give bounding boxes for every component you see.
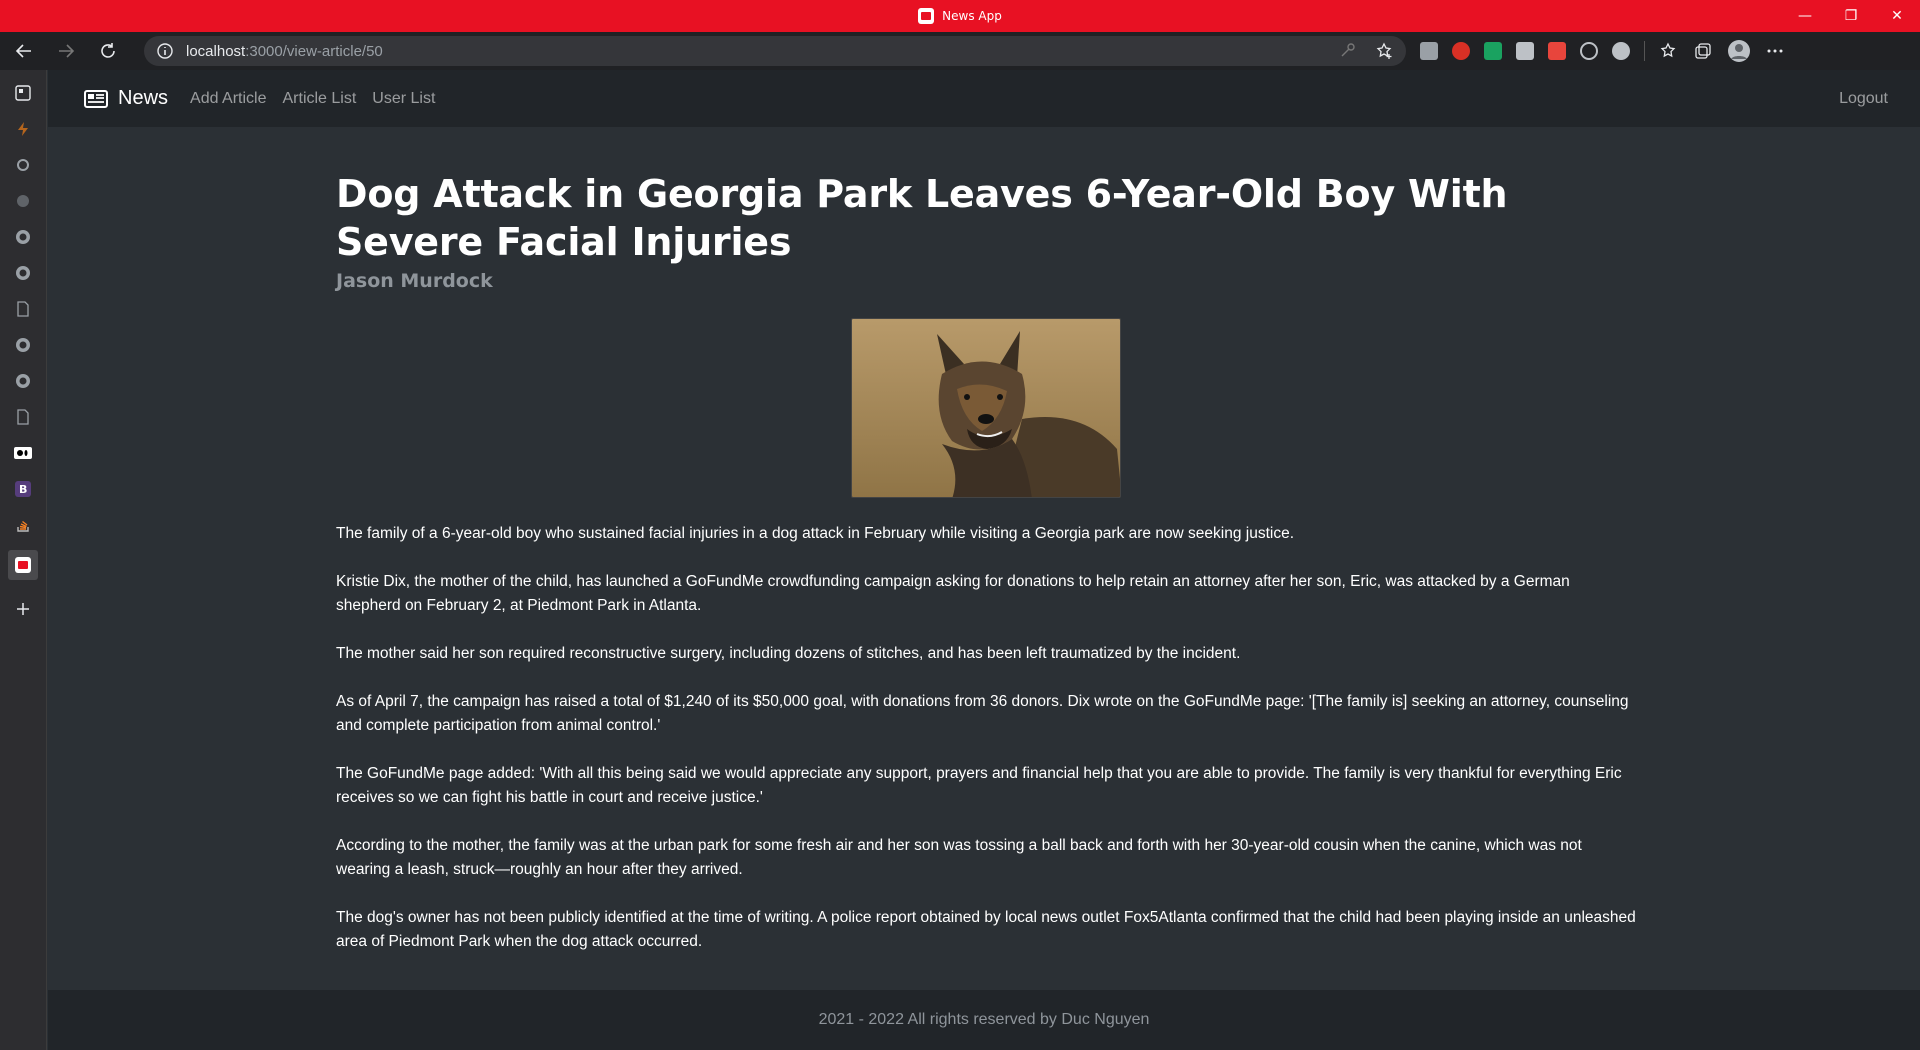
arrow-right-icon (59, 44, 75, 58)
close-button[interactable]: ✕ (1874, 0, 1920, 32)
sidebar-globe-icon[interactable] (12, 190, 34, 212)
article-title: Dog Attack in Georgia Park Leaves 6-Year… (336, 172, 1508, 264)
page-footer: 2021 - 2022 All rights reserved by Duc N… (48, 990, 1920, 1050)
info-icon[interactable] (156, 42, 174, 60)
extension-circle-icon[interactable] (1612, 42, 1630, 60)
sidebar-news-app-icon[interactable] (8, 550, 38, 580)
extension-target-icon[interactable] (1580, 42, 1598, 60)
news-app-icon (918, 8, 935, 24)
sidebar-tool-icon[interactable] (12, 154, 34, 176)
sidebar-document-icon[interactable] (12, 298, 34, 320)
restore-button[interactable]: ❐ (1828, 0, 1874, 32)
article-paragraph: The dog's owner has not been publicly id… (336, 909, 1636, 950)
extension-image-icon[interactable] (1516, 42, 1534, 60)
extension-k-icon[interactable] (1420, 42, 1438, 60)
sidebar-lightning-icon[interactable] (12, 118, 34, 140)
extension-shield-icon[interactable] (1484, 42, 1502, 60)
forward-button[interactable] (48, 35, 84, 67)
newspaper-icon (84, 89, 108, 108)
sidebar-stackoverflow-icon[interactable] (12, 514, 34, 536)
browser-toolbar: localhost:3000/view-article/50 (0, 32, 1920, 70)
back-button[interactable] (6, 35, 42, 67)
collections-icon[interactable] (1693, 41, 1713, 61)
sidebar-github-icon[interactable] (12, 334, 34, 356)
logout-link[interactable]: Logout (1839, 90, 1888, 108)
sidebar-github-icon[interactable] (12, 262, 34, 284)
nav-article-list[interactable]: Article List (283, 90, 357, 108)
sidebar-bootstrap-icon[interactable]: B (12, 478, 34, 500)
web-page: News Add Article Article List User List … (48, 70, 1920, 1050)
favorite-add-icon[interactable] (1376, 42, 1394, 60)
article: Dog Attack in Georgia Park Leaves 6-Year… (336, 170, 1636, 978)
sidebar-document-icon[interactable] (12, 406, 34, 428)
navbar-brand[interactable]: News (84, 87, 168, 110)
nav-add-article[interactable]: Add Article (190, 90, 266, 108)
article-paragraph: The GoFundMe page added: 'With all this … (336, 765, 1622, 806)
refresh-button[interactable] (90, 35, 126, 67)
window-titlebar: News App — ❐ ✕ (0, 0, 1920, 32)
sidebar-github-icon[interactable] (12, 370, 34, 392)
favorites-icon[interactable] (1659, 41, 1679, 61)
extension-red-app-icon[interactable] (1548, 42, 1566, 60)
minimize-button[interactable]: — (1782, 0, 1828, 32)
refresh-icon (101, 43, 115, 58)
sidebar-github-icon[interactable] (12, 226, 34, 248)
more-options-icon[interactable] (1765, 41, 1785, 61)
article-paragraph: The mother said her son required reconst… (336, 645, 1241, 662)
footer-text: 2021 - 2022 All rights reserved by Duc N… (818, 1011, 1150, 1028)
extension-hand-icon[interactable] (1452, 42, 1470, 60)
article-paragraph: As of April 7, the campaign has raised a… (336, 693, 1629, 734)
article-paragraph: The family of a 6-year-old boy who susta… (336, 525, 1295, 542)
article-image (851, 318, 1121, 498)
article-paragraph: Kristie Dix, the mother of the child, ha… (336, 573, 1570, 614)
address-bar[interactable]: localhost:3000/view-article/50 (144, 36, 1406, 66)
profile-avatar-icon[interactable] (1727, 39, 1751, 63)
sidebar-dashboard-icon[interactable] (12, 82, 34, 104)
url-text[interactable]: localhost:3000/view-article/50 (186, 43, 383, 60)
article-body: The family of a 6-year-old boy who susta… (336, 522, 1636, 954)
svg-text:B: B (19, 483, 27, 496)
sidebar-add-icon[interactable] (12, 598, 34, 620)
top-navbar: News Add Article Article List User List … (48, 70, 1920, 127)
key-icon[interactable] (1340, 42, 1356, 58)
nav-user-list[interactable]: User List (372, 90, 435, 108)
article-author: Jason Murdock (336, 270, 493, 292)
sidebar-medium-icon[interactable] (12, 442, 34, 464)
browser-sidebar: B (0, 70, 47, 1050)
window-title: News App (942, 9, 1002, 23)
extensions-area (1420, 32, 1785, 70)
article-paragraph: According to the mother, the family was … (336, 837, 1582, 878)
arrow-left-icon (15, 44, 31, 58)
